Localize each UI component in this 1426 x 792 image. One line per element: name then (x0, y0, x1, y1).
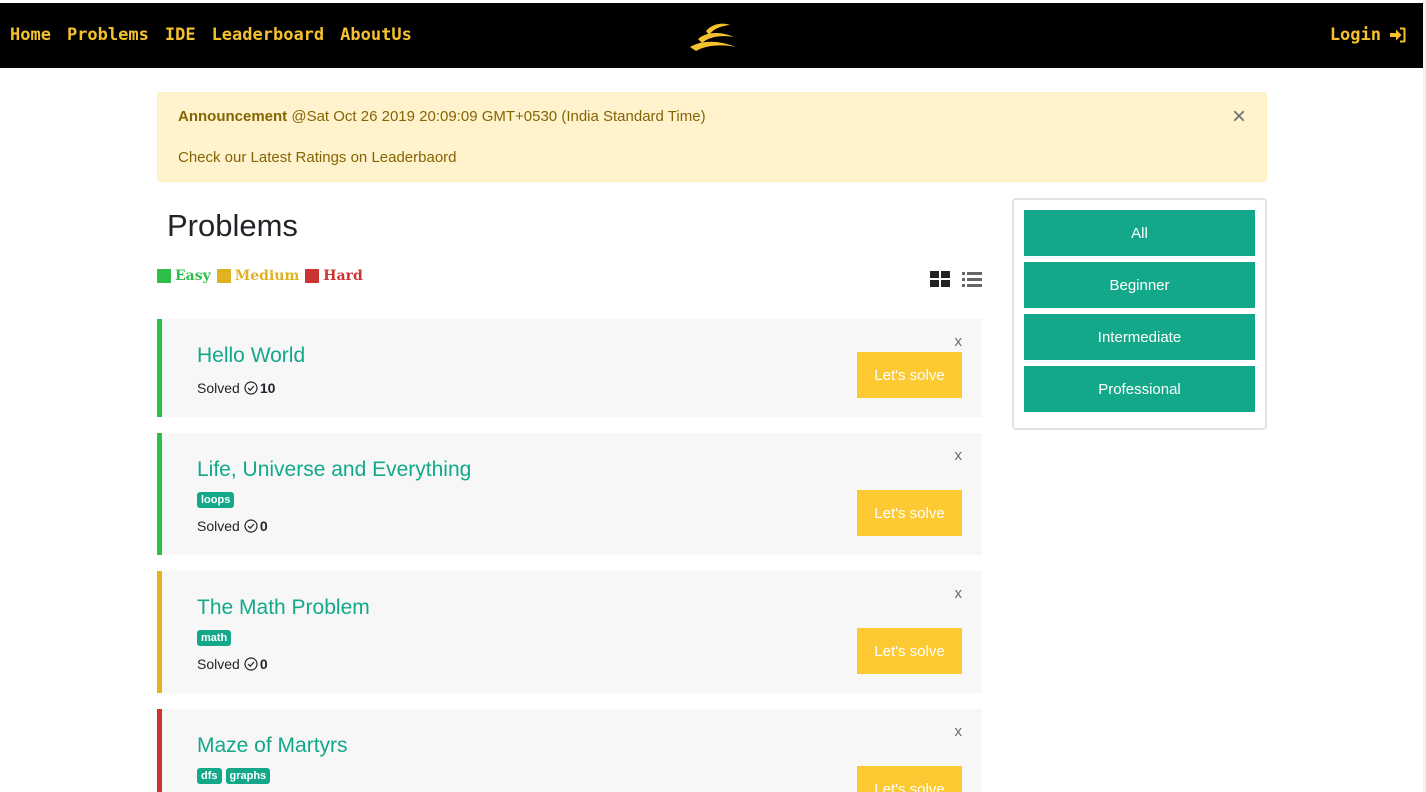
nav-aboutus-link[interactable]: AboutUs (340, 25, 412, 45)
check-circle-icon (244, 657, 258, 671)
lets-solve-button[interactable]: Let's solve (857, 490, 962, 536)
nav-leaderboard-link[interactable]: Leaderboard (212, 25, 325, 45)
problem-title[interactable]: Hello World (197, 344, 305, 368)
problem-title[interactable]: The Math Problem (197, 596, 370, 620)
announcement-message: Check our Latest Ratings on Leaderbaord (178, 149, 457, 166)
easy-swatch (157, 269, 171, 283)
grid-view-icon[interactable] (929, 270, 951, 288)
check-circle-icon (244, 519, 258, 533)
medium-swatch (216, 269, 231, 283)
lets-solve-button[interactable]: Let's solve (857, 628, 962, 674)
page-title: Problems (167, 208, 298, 243)
card-close-button[interactable]: x (955, 585, 963, 602)
card-close-button[interactable]: x (955, 447, 963, 464)
swoosh-logo-icon[interactable] (686, 17, 740, 55)
problem-card: Maze of Martyrs x dfs graphs Let's solve (157, 709, 982, 792)
problem-title[interactable]: Life, Universe and Everything (197, 458, 471, 482)
tag-badge[interactable]: dfs (197, 768, 222, 784)
top-navbar: Home Problems IDE Leaderboard AboutUs Lo… (0, 3, 1423, 68)
problem-card: Life, Universe and Everything x loops So… (157, 433, 982, 555)
solved-count: Solved 0 (197, 518, 268, 534)
announcement-timestamp: @Sat Oct 26 2019 20:09:09 GMT+0530 (Indi… (291, 108, 706, 125)
solved-number: 10 (259, 380, 276, 396)
sign-in-icon (1390, 27, 1406, 43)
legend-hard-label: Hard (323, 268, 363, 284)
tag-badge[interactable]: graphs (225, 768, 271, 784)
difficulty-legend: Easy Medium Hard (157, 268, 369, 284)
lets-solve-button[interactable]: Let's solve (857, 352, 962, 398)
level-filter-panel: All Beginner Intermediate Professional (1012, 198, 1267, 430)
solved-number: 0 (259, 656, 268, 672)
announcement-header: Announcement @Sat Oct 26 2019 20:09:09 G… (178, 108, 706, 125)
tag-list: math (197, 630, 235, 646)
lets-solve-button[interactable]: Let's solve (857, 766, 962, 792)
announcement-alert: Announcement @Sat Oct 26 2019 20:09:09 G… (157, 92, 1267, 182)
announcement-close-button[interactable]: × (1232, 105, 1246, 129)
view-toggle-group (929, 270, 993, 288)
level-intermediate-button[interactable]: Intermediate (1024, 314, 1255, 360)
tag-list: loops (197, 492, 238, 508)
check-circle-icon (244, 381, 258, 395)
announcement-label: Announcement (178, 108, 288, 125)
solved-label: Solved (197, 380, 240, 396)
problem-card: Hello World x Solved 10 Let's solve (157, 319, 982, 417)
solved-count: Solved 0 (197, 656, 268, 672)
legend-easy-label: Easy (175, 268, 211, 284)
level-all-button[interactable]: All (1024, 210, 1255, 256)
nav-home-link[interactable]: Home (10, 25, 51, 45)
solved-label: Solved (197, 656, 240, 672)
hard-swatch (305, 269, 320, 283)
card-close-button[interactable]: x (955, 333, 963, 350)
legend-easy: Easy (157, 268, 211, 284)
legend-hard: Hard (305, 268, 363, 284)
level-beginner-button[interactable]: Beginner (1024, 262, 1255, 308)
solved-label: Solved (197, 518, 240, 534)
problem-title[interactable]: Maze of Martyrs (197, 734, 348, 758)
tag-list: dfs graphs (197, 768, 274, 784)
tag-badge[interactable]: math (197, 630, 232, 646)
problem-card: The Math Problem x math Solved 0 Let's s… (157, 571, 982, 693)
login-label: Login (1329, 25, 1381, 45)
nav-links: Home Problems IDE Leaderboard AboutUs (10, 25, 428, 45)
nav-ide-link[interactable]: IDE (165, 25, 196, 45)
tag-badge[interactable]: loops (197, 492, 235, 508)
legend-medium: Medium (216, 268, 300, 284)
level-professional-button[interactable]: Professional (1024, 366, 1255, 412)
solved-number: 0 (259, 518, 268, 534)
solved-count: Solved 10 (197, 380, 275, 396)
legend-medium-label: Medium (234, 268, 300, 284)
card-close-button[interactable]: x (955, 723, 963, 740)
list-view-icon[interactable] (961, 270, 983, 288)
login-button[interactable]: Login (1330, 25, 1407, 45)
nav-problems-link[interactable]: Problems (67, 25, 149, 45)
